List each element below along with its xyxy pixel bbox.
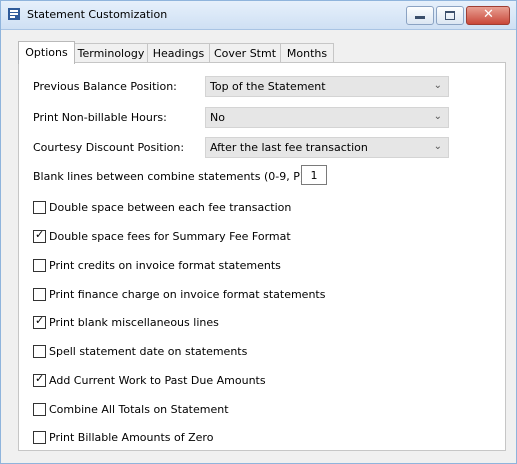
checkbox-label: Print finance charge on invoice format s… — [49, 287, 326, 301]
blank-lines-input[interactable]: 1 — [301, 165, 327, 185]
chevron-down-icon: ⌄ — [433, 80, 442, 91]
maximize-button[interactable] — [436, 6, 464, 25]
maximize-icon — [445, 11, 455, 20]
checkbox[interactable]: ✓ — [33, 371, 46, 387]
close-button[interactable]: ✕ — [466, 6, 510, 25]
check-mark-icon: ✓ — [35, 313, 45, 327]
courtesy-discount-label: Courtesy Discount Position: — [33, 141, 185, 154]
nonbillable-select[interactable]: No ⌄ — [205, 107, 449, 128]
chevron-down-icon: ⌄ — [433, 141, 442, 152]
checkbox-label: Spell statement date on statements — [49, 344, 248, 358]
checkbox-print-blank-misc[interactable]: ✓ Print blank miscellaneous lines — [33, 314, 219, 330]
title-bar[interactable]: Statement Customization ✕ — [1, 1, 516, 30]
check-mark-icon: ✓ — [35, 227, 45, 241]
checkbox-label: Double space fees for Summary Fee Format — [49, 229, 291, 243]
tab-terminology[interactable]: Terminology — [74, 43, 148, 63]
previous-balance-label: Previous Balance Position: — [33, 80, 177, 93]
tab-headings[interactable]: Headings — [147, 43, 210, 63]
close-icon: ✕ — [483, 7, 494, 22]
checkbox[interactable] — [33, 402, 46, 416]
previous-balance-select[interactable]: Top of the Statement ⌄ — [205, 76, 449, 97]
checkbox-billable-zero[interactable]: Print Billable Amounts of Zero — [33, 429, 213, 445]
checkbox-label: Print blank miscellaneous lines — [49, 315, 219, 329]
nonbillable-label: Print Non-billable Hours: — [33, 111, 167, 124]
minimize-button[interactable] — [406, 6, 434, 25]
checkbox-double-space-summary[interactable]: ✓ Double space fees for Summary Fee Form… — [33, 228, 291, 244]
checkbox-combine-totals[interactable]: Combine All Totals on Statement — [33, 401, 229, 417]
checkbox-double-space-fee[interactable]: Double space between each fee transactio… — [33, 199, 291, 215]
checkbox[interactable] — [33, 258, 46, 272]
checkbox[interactable] — [33, 287, 46, 301]
checkbox[interactable] — [33, 344, 46, 358]
previous-balance-value: Top of the Statement — [210, 80, 326, 93]
minimize-icon — [415, 16, 425, 19]
courtesy-discount-select[interactable]: After the last fee transaction ⌄ — [205, 137, 449, 158]
checkbox-add-current-work[interactable]: ✓ Add Current Work to Past Due Amounts — [33, 372, 266, 388]
checkbox-label: Combine All Totals on Statement — [49, 402, 229, 416]
checkbox-print-finance-charge[interactable]: Print finance charge on invoice format s… — [33, 286, 325, 302]
checkbox[interactable]: ✓ — [33, 227, 46, 243]
checkbox-print-credits[interactable]: Print credits on invoice format statemen… — [33, 257, 281, 273]
checkbox[interactable] — [33, 430, 46, 444]
tab-options[interactable]: Options — [18, 41, 75, 64]
courtesy-discount-value: After the last fee transaction — [210, 141, 368, 154]
checkbox-spell-date[interactable]: Spell statement date on statements — [33, 343, 247, 359]
checkbox[interactable] — [33, 200, 46, 214]
checkbox-label: Double space between each fee transactio… — [49, 200, 292, 214]
tab-months[interactable]: Months — [280, 43, 334, 63]
checkbox-label: Print Billable Amounts of Zero — [49, 430, 214, 444]
statement-customization-window: Statement Customization ✕ Options Termin… — [0, 0, 517, 464]
chevron-down-icon: ⌄ — [433, 111, 442, 122]
checkbox-label: Print credits on invoice format statemen… — [49, 258, 281, 272]
tab-cover-stmt[interactable]: Cover Stmt — [209, 43, 281, 63]
checkbox-label: Add Current Work to Past Due Amounts — [49, 373, 266, 387]
app-form-icon — [8, 8, 20, 20]
nonbillable-value: No — [210, 111, 225, 124]
checkbox[interactable]: ✓ — [33, 313, 46, 329]
check-mark-icon: ✓ — [35, 371, 45, 385]
window-title: Statement Customization — [27, 8, 168, 21]
blank-lines-label: Blank lines between combine statements (… — [33, 170, 308, 183]
